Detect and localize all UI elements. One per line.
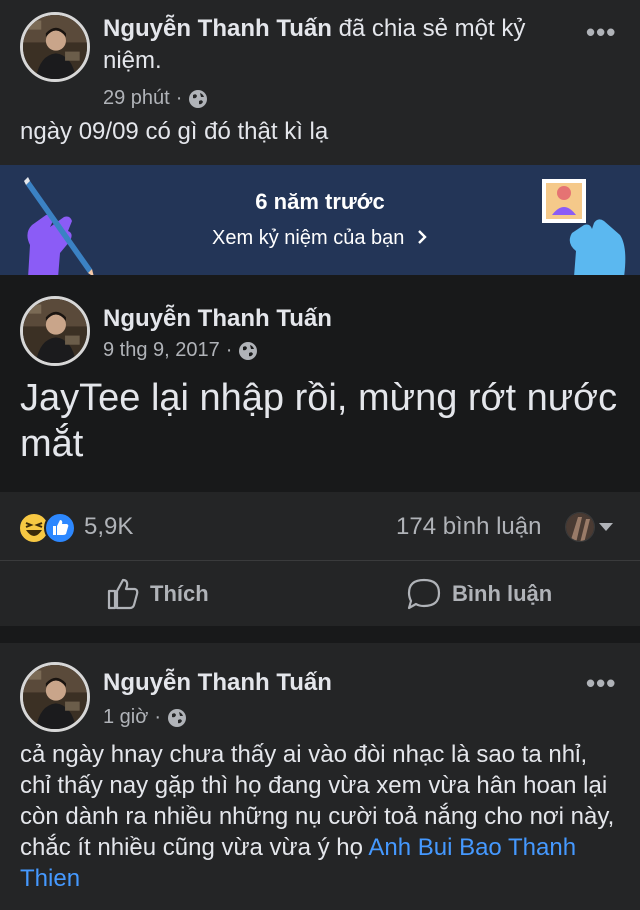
author-name[interactable]: Nguyễn Thanh Tuấn [103,669,332,696]
globe-icon [168,708,187,727]
post-actions: Thích Bình luận [0,561,640,626]
comment-bubble-icon [407,578,441,610]
comment-button[interactable]: Bình luận [406,577,552,611]
author-avatar[interactable] [20,662,90,732]
meta-separator: · [154,706,162,728]
original-post-content: JayTee lại nhập rồi, mừng rớt nước mắt [20,377,618,465]
post-time[interactable]: 1 giờ [103,706,148,729]
post-meta: 29 phút · [103,87,208,110]
post-time[interactable]: 29 phút [103,87,170,110]
shared-original-post[interactable]: Nguyễn Thanh Tuấn 9 thg 9, 2017 · JayTee… [0,275,640,492]
view-memory-label: Xem kỷ niệm của bạn [212,227,405,249]
author-avatar[interactable] [20,12,90,82]
original-author-name[interactable]: Nguyễn Thanh Tuấn [103,305,332,332]
post-header-line: Nguyễn Thanh Tuấn đã chia sẻ một kỷ niệm… [103,13,573,77]
reaction-count[interactable]: 5,9K [84,513,133,541]
like-button[interactable]: Thích [106,577,209,611]
globe-icon [239,341,258,360]
memory-banner[interactable]: 6 năm trước Xem kỷ niệm của bạn [0,165,640,275]
original-author-avatar[interactable] [20,296,90,366]
post-meta: 1 giờ · [103,706,187,729]
commenter-avatar[interactable] [565,512,595,542]
post-content: cả ngày hnay chưa thấy ai vào đòi nhạc l… [20,739,620,894]
reaction-icons[interactable] [18,512,78,544]
original-post-date[interactable]: 9 thg 9, 2017 [103,339,220,362]
comment-count[interactable]: 174 bình luận [396,513,541,541]
meta-separator: · [225,339,233,361]
original-post-meta: 9 thg 9, 2017 · [103,339,258,362]
post-header-line: Nguyễn Thanh Tuấn [103,667,332,699]
author-name[interactable]: Nguyễn Thanh Tuấn [103,15,332,42]
like-label: Thích [150,581,209,606]
status-post: Nguyễn Thanh Tuấn ••• 1 giờ · cả ngày hn… [0,643,640,910]
photo-hand-illustration [542,179,626,275]
comment-label: Bình luận [452,581,553,606]
more-options-icon[interactable]: ••• [586,670,616,696]
chevron-right-icon [418,230,427,244]
globe-icon [189,89,208,108]
like-reaction-icon [44,512,76,544]
original-author-line: Nguyễn Thanh Tuấn [103,303,332,335]
memory-share-post: Nguyễn Thanh Tuấn đã chia sẻ một kỷ niệm… [0,0,640,626]
meta-separator: · [175,87,183,109]
post-stats: 5,9K 174 bình luận [0,492,640,562]
caret-down-icon[interactable] [598,522,614,532]
post-caption: ngày 09/09 có gì đó thật kì lạ [20,118,329,145]
more-options-icon[interactable]: ••• [586,19,616,45]
thumbs-up-icon [107,578,139,610]
